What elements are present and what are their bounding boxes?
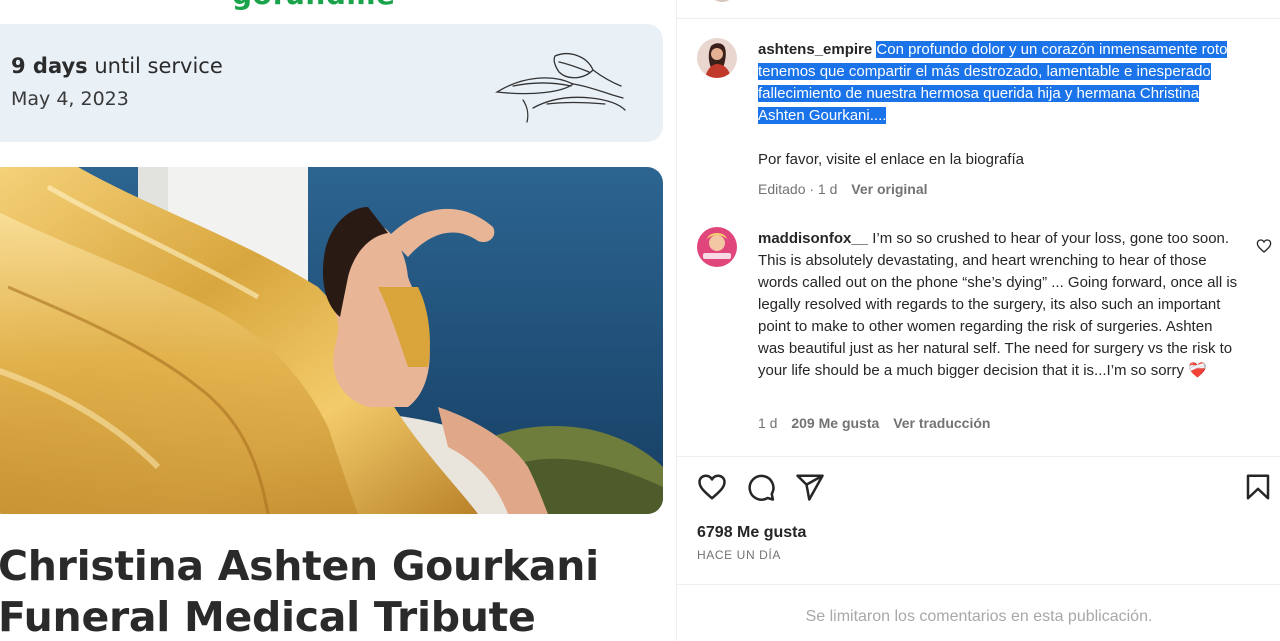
comment-text: I’m so so crushed to hear of your loss, … — [758, 230, 1238, 379]
woman-gold-dress-image — [0, 167, 663, 514]
post-image: gofundme 9 days until service May 4, 202… — [0, 0, 676, 641]
see-translation-link[interactable]: Ver traducción — [893, 415, 990, 431]
author-avatar[interactable] — [697, 38, 737, 78]
header-divider — [677, 18, 1280, 19]
comment-likes[interactable]: 209 Me gusta — [791, 415, 879, 431]
author-caption: ashtens_empire Con profundo dolor y un c… — [758, 39, 1243, 171]
likes-count[interactable]: 6798 Me gusta — [697, 524, 806, 542]
commenter-username[interactable]: maddisonfox__ — [758, 230, 868, 247]
comment-icon[interactable] — [746, 472, 776, 502]
post-timestamp: HACE UN DÍA — [697, 548, 781, 562]
comment-time: 1 d — [758, 415, 778, 431]
author-username[interactable]: ashtens_empire — [758, 41, 872, 58]
header-avatar-partial — [711, 0, 733, 2]
caption-edited: Editado · 1 d — [758, 181, 838, 197]
comments-limited-notice: Se limitaron los comentarios en esta pub… — [805, 608, 1153, 625]
brand-logo-partial: gofundme — [232, 0, 396, 11]
footer-divider — [677, 584, 1280, 585]
tribute-title: Christina Ashten Gourkani Funeral Medica… — [0, 541, 676, 641]
post-actions — [697, 472, 1270, 506]
commenter-avatar[interactable] — [697, 227, 737, 267]
tribute-title-line2: Funeral Medical Tribute — [0, 593, 536, 641]
service-countdown: 9 days until service — [11, 54, 223, 78]
commenter-avatar-image — [697, 227, 737, 267]
comment-like-heart-icon[interactable] — [1256, 238, 1272, 254]
service-date: May 4, 2023 — [11, 88, 129, 110]
send-icon[interactable] — [795, 472, 825, 502]
author-avatar-image — [697, 38, 737, 78]
tribute-title-line1: Christina Ashten Gourkani — [0, 542, 599, 590]
lily-flower-icon — [495, 53, 626, 123]
comment-meta: 1 d 209 Me gusta Ver traducción — [758, 415, 1000, 431]
see-original-link[interactable]: Ver original — [851, 181, 927, 197]
service-countdown-card: 9 days until service May 4, 2023 — [0, 24, 663, 142]
caption-extra: Por favor, visite el enlace en la biogra… — [758, 151, 1024, 168]
heart-icon[interactable] — [697, 472, 727, 502]
days-count: 9 days — [11, 54, 88, 78]
mending-heart-emoji: ❤️‍🩹 — [1188, 362, 1207, 379]
days-rest: until service — [87, 54, 223, 78]
comment-item: maddisonfox__ I’m so so crushed to hear … — [758, 228, 1243, 382]
comments-panel: ashtens_empire Con profundo dolor y un c… — [676, 0, 1280, 641]
actions-divider — [677, 456, 1280, 457]
caption-meta: Editado · 1 d Ver original — [758, 181, 938, 197]
tribute-photo — [0, 167, 663, 514]
bookmark-icon[interactable] — [1243, 472, 1273, 502]
